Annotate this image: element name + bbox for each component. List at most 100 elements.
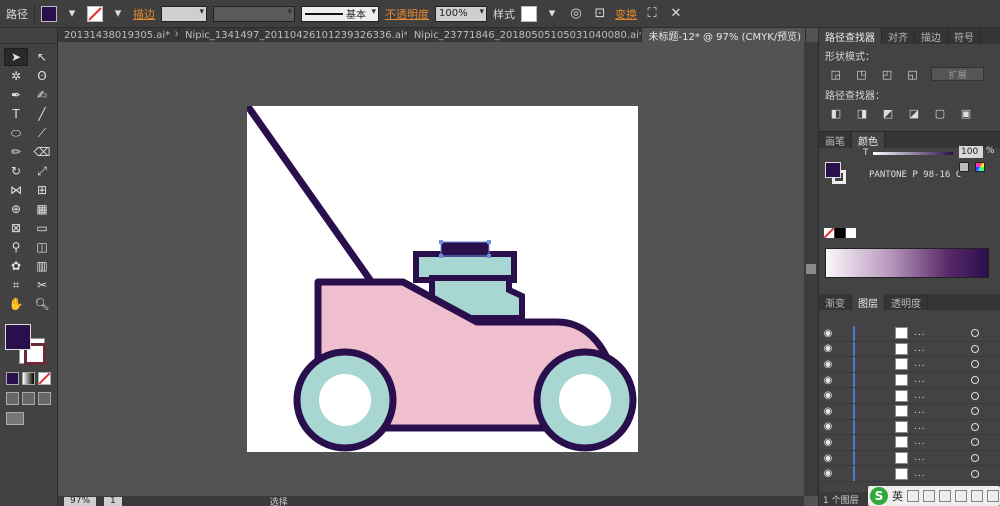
selection-tool-icon[interactable]: ➤ xyxy=(4,48,28,66)
trim-icon[interactable]: ◨ xyxy=(855,106,869,120)
target-icon[interactable] xyxy=(971,329,979,338)
lock-toggle[interactable] xyxy=(837,326,855,341)
target-icon[interactable] xyxy=(971,454,979,463)
sogou-logo-icon[interactable]: S xyxy=(870,487,888,505)
target-icon[interactable] xyxy=(971,344,979,353)
eye-icon[interactable]: ◉ xyxy=(819,437,837,448)
panel-grip[interactable] xyxy=(0,28,57,44)
lock-toggle[interactable] xyxy=(837,450,855,466)
lock-toggle[interactable] xyxy=(837,403,855,419)
draw-behind-icon[interactable] xyxy=(22,392,35,405)
crop-icon[interactable]: ◪ xyxy=(907,106,921,120)
style-swatch[interactable] xyxy=(521,5,537,22)
lasso-tool-icon[interactable]: ʘ xyxy=(30,67,54,85)
layer-name[interactable]: ... xyxy=(914,469,926,479)
divide-icon[interactable]: ◧ xyxy=(829,106,843,120)
ellipse-tool-icon[interactable]: ⬭ xyxy=(4,124,28,142)
lock-toggle[interactable] xyxy=(837,419,855,435)
options-icon[interactable]: ✕ xyxy=(667,5,685,23)
eye-icon[interactable]: ◉ xyxy=(819,343,837,354)
tab-transparency[interactable]: 透明度 xyxy=(885,294,928,310)
tint-slider[interactable] xyxy=(873,152,953,155)
lock-toggle[interactable] xyxy=(837,372,855,388)
fill-swatch[interactable] xyxy=(41,5,57,22)
column-graph-tool-icon[interactable]: ▥ xyxy=(30,257,54,275)
eraser-tool-icon[interactable]: ⌫ xyxy=(30,143,54,161)
layer-name[interactable]: ... xyxy=(914,344,926,354)
symbol-sprayer-tool-icon[interactable]: ✿ xyxy=(4,257,28,275)
tab-align[interactable]: 对齐 xyxy=(882,28,915,44)
outline-icon[interactable]: ▢ xyxy=(933,106,947,120)
artboard-page-field[interactable]: 1 xyxy=(104,496,122,506)
layer-row[interactable]: ◉... xyxy=(819,435,1000,451)
scrollbar-thumb[interactable] xyxy=(806,264,816,274)
eye-icon[interactable]: ◉ xyxy=(819,328,837,339)
expand-button[interactable]: 扩展 xyxy=(931,67,984,81)
gradient-mode-icon[interactable] xyxy=(22,372,35,385)
tab-stroke[interactable]: 描边 xyxy=(915,28,948,44)
layer-name[interactable]: ... xyxy=(914,453,926,463)
layer-name[interactable]: ... xyxy=(914,328,926,338)
tab-layers[interactable]: 图层 xyxy=(852,294,885,310)
layer-row[interactable]: ◉... xyxy=(819,326,1000,342)
draw-normal-icon[interactable] xyxy=(6,392,19,405)
none-swatch[interactable] xyxy=(824,228,834,238)
screen-mode-icon[interactable] xyxy=(6,412,24,425)
magic-wand-tool-icon[interactable]: ✲ xyxy=(4,67,28,85)
lock-toggle[interactable] xyxy=(837,341,855,357)
target-icon[interactable] xyxy=(971,438,979,447)
zoom-tool-icon[interactable]: 🔍︎ xyxy=(30,295,54,313)
fill-stroke-control[interactable] xyxy=(5,324,53,368)
transform-label[interactable]: 变换 xyxy=(615,6,637,22)
opacity-field[interactable]: 100% xyxy=(435,5,487,22)
layer-row[interactable]: ◉... xyxy=(819,341,1000,358)
stroke-weight-dropdown[interactable] xyxy=(161,5,207,22)
layer-name[interactable]: ... xyxy=(914,391,926,401)
opacity-label[interactable]: 不透明度 xyxy=(385,6,429,22)
direct-selection-tool-icon[interactable]: ↖ xyxy=(30,48,54,66)
artboard-tool-icon[interactable]: ⌗ xyxy=(4,276,28,294)
skin-icon[interactable] xyxy=(987,490,999,502)
eye-icon[interactable]: ◉ xyxy=(819,375,837,386)
tab-pathfinder[interactable]: 路径查找器 xyxy=(819,28,882,44)
tab-gradient[interactable]: 渐变 xyxy=(819,294,852,310)
keyboard-icon[interactable] xyxy=(955,490,967,502)
eye-icon[interactable]: ◉ xyxy=(819,421,837,432)
line-tool-icon[interactable]: ╱ xyxy=(30,105,54,123)
close-icon[interactable]: ✕ xyxy=(805,30,806,40)
curvature-tool-icon[interactable]: ✍ xyxy=(30,86,54,104)
punctuation-icon[interactable] xyxy=(907,490,919,502)
fill-color-box[interactable] xyxy=(5,324,31,350)
lock-toggle[interactable] xyxy=(837,388,855,403)
out-of-gamut-icon[interactable] xyxy=(959,162,969,172)
layer-name[interactable]: ... xyxy=(914,437,926,447)
layer-row[interactable]: ◉... xyxy=(819,419,1000,436)
lock-toggle[interactable] xyxy=(837,435,855,450)
layer-name[interactable]: ... xyxy=(914,422,926,432)
eye-icon[interactable]: ◉ xyxy=(819,390,837,401)
web-safe-icon[interactable] xyxy=(975,162,985,172)
width-tool-icon[interactable]: ⋈ xyxy=(4,181,28,199)
front-wheel[interactable] xyxy=(533,348,637,452)
eye-icon[interactable]: ◉ xyxy=(819,468,837,479)
tab-document-2[interactable]: Nipic_1341497_20110426101239326336.ai*✕ xyxy=(179,28,408,42)
target-icon[interactable] xyxy=(971,360,979,369)
lock-toggle[interactable] xyxy=(837,357,855,372)
type-tool-icon[interactable]: T xyxy=(4,105,28,123)
minus-front-icon[interactable]: ◳ xyxy=(855,67,869,81)
toolbox-icon[interactable] xyxy=(971,490,983,502)
eye-icon[interactable]: ◉ xyxy=(819,453,837,464)
unite-icon[interactable]: ◲ xyxy=(829,67,843,81)
slice-tool-icon[interactable]: ✂ xyxy=(30,276,54,294)
color-panel-fill[interactable] xyxy=(825,162,841,178)
tab-document-3[interactable]: Nipic_23771846_20180505105031040080.ai*✕ xyxy=(408,28,643,42)
layer-row[interactable]: ◉... xyxy=(819,466,1000,482)
align-icon[interactable]: ⊡ xyxy=(591,5,609,23)
layer-row[interactable]: ◉... xyxy=(819,372,1000,389)
eyedropper-tool-icon[interactable]: ⚲ xyxy=(4,238,28,256)
mower-handle[interactable] xyxy=(245,104,377,288)
ime-language[interactable]: 英 xyxy=(892,488,903,504)
target-icon[interactable] xyxy=(971,407,979,416)
tab-document-1[interactable]: 20131438019305.ai*✕ xyxy=(58,28,179,42)
none-mode-icon[interactable] xyxy=(38,372,51,385)
